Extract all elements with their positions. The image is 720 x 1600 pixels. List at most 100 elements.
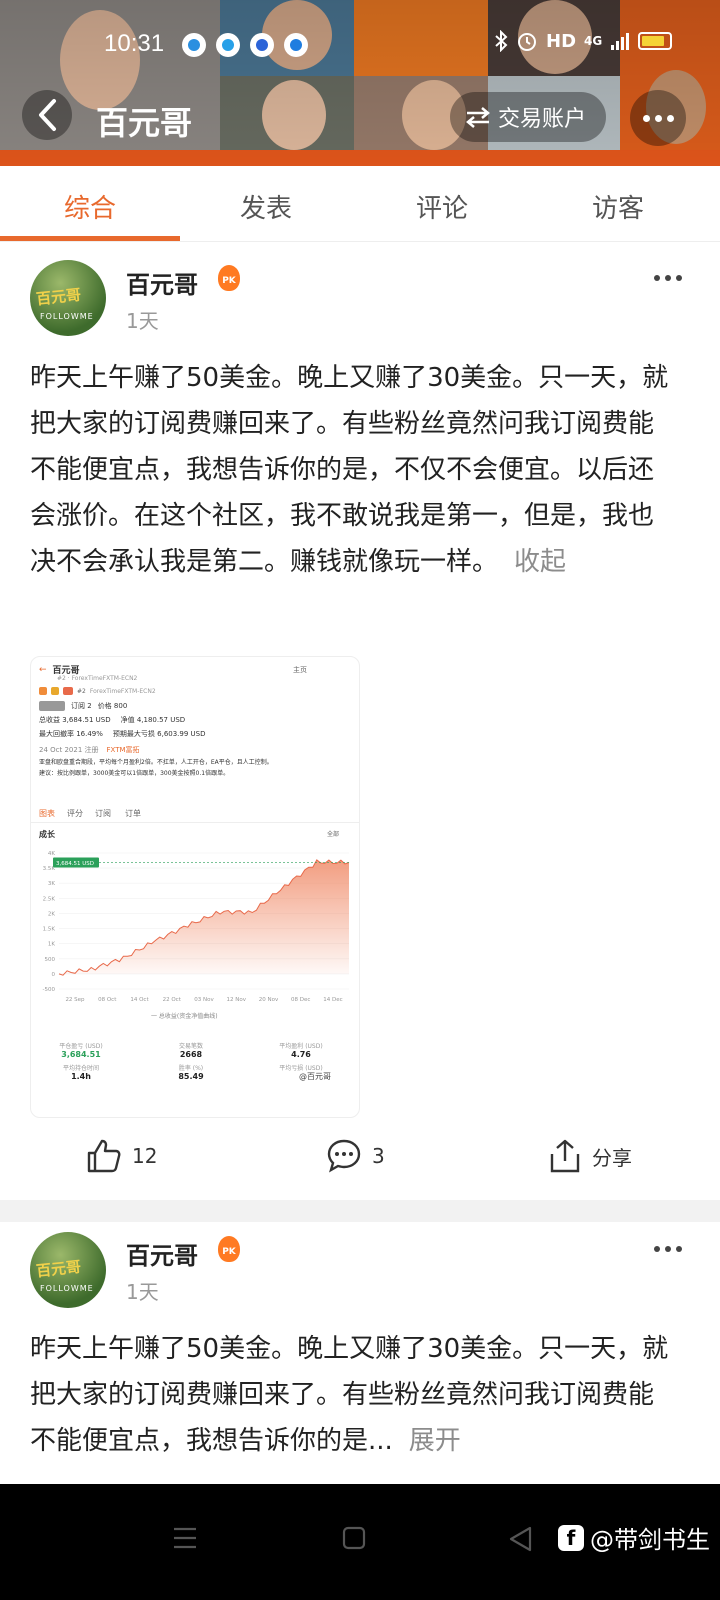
post-image[interactable]: ← 百元哥 #2 · ForexTimeFXTM-ECN2 主页 #2 Fore… [30, 656, 360, 1118]
post-more-icon[interactable] [654, 1246, 682, 1252]
shot-tag: #2 [77, 687, 86, 695]
status-time: 10:31 [104, 30, 165, 57]
signal-label: 4G [584, 34, 603, 48]
x-tick-label: 22 Sep [65, 997, 85, 1003]
shot-watermark: @百元哥 [299, 1072, 331, 1081]
shot-stat: 平仓盈亏 (USD) 3,684.51 [59, 1043, 103, 1059]
shot-sub-id: ForexTimeFXTM-ECN2 [89, 687, 156, 695]
back-nav-icon[interactable] [508, 1526, 532, 1552]
shot-tab-score: 评分 [67, 809, 83, 818]
shot-chart-filter: 全部 [327, 831, 340, 838]
more-options-button[interactable] [630, 90, 686, 146]
shot-stat: 胜率 (%) 85.49 [178, 1065, 204, 1081]
growth-area [59, 859, 349, 976]
growth-chart: 4K3.5K3K2.5K2K1.5K1K5000-50022 Sep 08 Oct… [43, 851, 350, 1003]
pk-badge-icon: PK [218, 265, 240, 291]
like-count: 12 [132, 1144, 158, 1168]
cloud-app-icon [216, 33, 240, 57]
x-tick-label: 08 Oct [98, 997, 117, 1003]
k-app-icon [284, 33, 308, 57]
level-badge [39, 701, 65, 711]
x-tick-label: 14 Oct [130, 997, 149, 1003]
watermark-text: @带剑书生 [590, 1526, 710, 1554]
signal-icon [611, 33, 630, 50]
x-tick-label: 12 Nov [227, 997, 247, 1003]
shot-tab-subscribe: 订阅 [95, 809, 111, 818]
y-tick-label: 4K [48, 851, 55, 857]
y-tick-label: -500 [43, 987, 56, 993]
network-label: HD [546, 30, 577, 52]
alarm-icon [518, 33, 536, 51]
expand-link[interactable]: 展开 [409, 1426, 461, 1456]
shot-broker: FXTM富拓 [106, 746, 140, 754]
post-body: 昨天上午赚了50美金。晚上又赚了30美金。只一天，就把大家的订阅费赚回来了。有些… [30, 1334, 669, 1456]
comment-count: 3 [372, 1144, 385, 1168]
y-tick-label: 1.5K [43, 927, 56, 933]
shot-total-profit: 总收益 3,684.51 USD [39, 716, 111, 724]
tab-visitors[interactable]: 访客 [528, 188, 708, 225]
trade-account-button[interactable]: 交易账户 [450, 92, 607, 142]
x-tick-label: 22 Oct [163, 997, 182, 1003]
thumbs-up-icon [87, 1139, 121, 1173]
profile-header: 10:31 HD 4G 百元哥 交易账户 [0, 0, 720, 166]
share-button[interactable]: 分享 [548, 1138, 632, 1174]
pk-badge-icon: PK [218, 1236, 240, 1262]
post-body: 昨天上午赚了50美金。晚上又赚了30美金。只一天，就把大家的订阅费赚回来了。有些… [30, 363, 669, 577]
post-text: 昨天上午赚了50美金。晚上又赚了30美金。只一天，就把大家的订阅费赚回来了。有些… [30, 1326, 670, 1464]
trade-account-label: 交易账户 [498, 107, 587, 132]
y-tick-label: 0 [52, 972, 56, 978]
page-title: 百元哥 [96, 104, 193, 142]
y-tick-label: 1K [48, 942, 55, 948]
post-author[interactable]: 百元哥 [126, 265, 198, 300]
y-tick-label: 3K [48, 881, 55, 887]
shot-net-value: 净值 4,180.57 USD [120, 716, 186, 724]
x-tick-label: 03 Nov [194, 997, 214, 1003]
y-tick-label: 2K [48, 911, 55, 917]
post-divider [0, 1200, 720, 1222]
shot-stat: 平均持仓时间 1.4h [62, 1065, 99, 1081]
shot-max-drawdown: 最大回撤率 16.49% [39, 730, 103, 738]
vip-badge-icon [51, 687, 59, 695]
tab-posts[interactable]: 发表 [176, 188, 356, 225]
avatar[interactable]: 百元哥 FOLLOWME [30, 260, 106, 336]
shot-desc-2: 建议：按比例跟单，3000美金可以1倍跟单，300美金按照0.1倍跟单。 [39, 770, 230, 777]
chevron-left-icon [39, 99, 56, 131]
post-time: 1天 [126, 309, 159, 333]
shot-deposit: 预期最大亏损 6,603.99 USD [112, 730, 206, 738]
swap-icon [466, 107, 490, 128]
post-more-icon[interactable] [654, 275, 682, 281]
battery-icon [638, 32, 673, 50]
tab-active-indicator [0, 236, 180, 241]
collapse-link[interactable]: 收起 [514, 547, 566, 577]
comment-icon [327, 1139, 361, 1173]
back-button[interactable] [22, 90, 72, 140]
shot-tab-chart: 图表 [39, 809, 55, 818]
bluetooth-icon [495, 30, 508, 52]
post-time: 1天 [126, 1280, 159, 1304]
shot-date-line: 24 Oct 2021 注册 [39, 746, 99, 754]
shot-chart-legend: 一 总收益(资金净值曲线) [151, 1013, 218, 1020]
shot-subscribe-count: 订阅 2 [71, 702, 92, 710]
home-icon[interactable] [342, 1526, 366, 1550]
shot-home-link: 主页 [293, 666, 307, 674]
peak-label: 3,684.51 USD [56, 861, 94, 867]
menu-icon[interactable] [172, 1526, 198, 1550]
tab-bar: 综合 发表 评论 访客 [0, 166, 720, 242]
avatar[interactable]: 百元哥 FOLLOWME [30, 1232, 106, 1308]
shot-stat: 交易笔数 2668 [178, 1043, 203, 1059]
comment-button[interactable]: 3 [326, 1138, 385, 1174]
post-text: 昨天上午赚了50美金。晚上又赚了30美金。只一天，就把大家的订阅费赚回来了。有些… [30, 355, 670, 585]
share-icon [550, 1139, 580, 1173]
shot-tab-orders: 订单 [125, 809, 141, 818]
shot-desc-1: 亚盘和欧盘重合期段，平均每个月盈利2倍。不扛单，人工开仓，EA平仓，且人工控制。 [39, 759, 273, 766]
tab-overview[interactable]: 综合 [0, 188, 180, 225]
shot-account-sub: #2 · ForexTimeFXTM-ECN2 [57, 675, 138, 682]
shot-stat: 平均盈利 (USD) 4.76 [279, 1043, 323, 1059]
system-nav-bar: f @带剑书生 [0, 1484, 720, 1600]
x-tick-label: 08 Dec [291, 997, 310, 1003]
like-button[interactable]: 12 [86, 1138, 157, 1174]
tab-comments[interactable]: 评论 [352, 188, 532, 225]
status-bar: 10:31 HD 4G [0, 30, 720, 62]
post-author[interactable]: 百元哥 [126, 1236, 198, 1271]
y-tick-label: 2.5K [43, 896, 56, 902]
